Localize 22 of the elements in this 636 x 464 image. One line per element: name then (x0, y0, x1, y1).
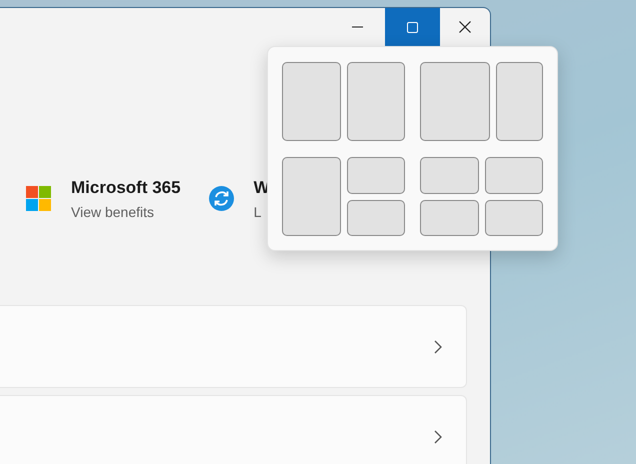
snap-zone[interactable] (484, 200, 543, 236)
snap-zone[interactable] (346, 157, 405, 194)
minimize-icon (352, 26, 363, 28)
snap-zone[interactable] (282, 157, 340, 236)
snap-zone[interactable] (346, 62, 405, 141)
snap-zone[interactable] (496, 62, 543, 141)
snap-zone[interactable] (346, 200, 405, 236)
sync-icon (208, 186, 234, 211)
snap-zone[interactable] (420, 200, 478, 236)
snap-zone[interactable] (420, 62, 490, 141)
chevron-right-icon (434, 430, 442, 444)
chevron-right-icon (434, 340, 442, 354)
snap-zone[interactable] (484, 157, 543, 194)
snap-zone[interactable] (282, 62, 340, 141)
product-subtitle: View benefits (71, 204, 156, 220)
microsoft-logo-icon (26, 186, 51, 211)
product-subtitle: L (254, 204, 262, 220)
snap-zone[interactable] (420, 157, 478, 194)
close-icon (459, 21, 471, 33)
maximize-button[interactable] (385, 8, 440, 46)
product-title[interactable]: Microsoft 365 (71, 178, 181, 198)
maximize-icon (407, 22, 418, 32)
